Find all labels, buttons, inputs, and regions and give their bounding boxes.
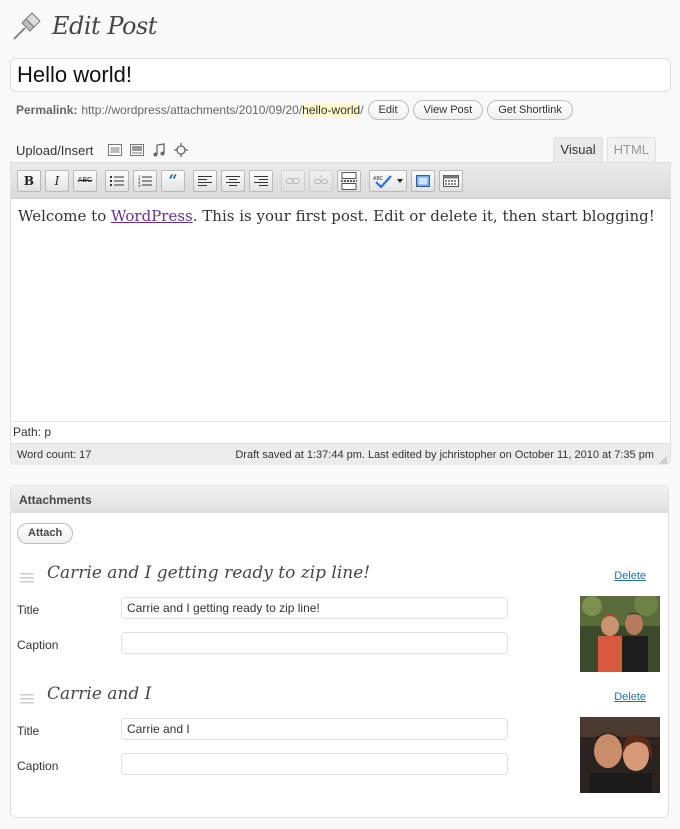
ordered-list-button[interactable]: 123 [133, 169, 157, 192]
attachment-title-input[interactable] [121, 597, 508, 619]
attachments-box: Attachments Attach Carrie and I getting … [10, 485, 669, 818]
permalink-row: Permalink: http://wordpress/attachments/… [16, 99, 573, 121]
editor-toolbar: B I ABC 123 “ ABC [11, 163, 670, 199]
view-post-button[interactable]: View Post [412, 100, 484, 120]
editor-tabs: Visual HTML [549, 137, 656, 163]
video-icon[interactable] [129, 142, 145, 158]
image-icon[interactable] [107, 142, 123, 158]
kitchen-sink-button[interactable] [439, 169, 463, 192]
get-shortlink-button[interactable]: Get Shortlink [487, 100, 573, 120]
content-text-rest: . This is your first post. Edit or delet… [192, 207, 655, 225]
permalink-url: http://wordpress/attachments/2010/09/20/… [81, 103, 364, 117]
attachment-item: Carrie and I Delete Title Caption [11, 681, 668, 797]
page-title: Edit Post [52, 12, 157, 40]
attach-button[interactable]: Attach [17, 523, 74, 544]
drag-handle-icon[interactable] [20, 691, 34, 704]
post-content-area[interactable]: Welcome to WordPress. This is your first… [11, 199, 670, 421]
tab-html[interactable]: HTML [606, 137, 656, 163]
svg-text:ABC: ABC [373, 176, 384, 182]
caption-label: Caption [17, 759, 59, 773]
attachment-thumbnail[interactable] [580, 717, 660, 793]
title-label: Title [17, 603, 40, 617]
attachment-heading: Carrie and I getting ready to zip line! [47, 563, 371, 583]
audio-icon[interactable] [151, 142, 167, 158]
content-text: Welcome to [18, 207, 111, 225]
attachment-item: Carrie and I getting ready to zip line! … [11, 560, 668, 676]
resize-handle-icon[interactable] [658, 452, 668, 465]
attachment-thumbnail[interactable] [580, 596, 660, 672]
fullscreen-button[interactable] [411, 169, 435, 192]
insert-link-button[interactable] [281, 169, 305, 192]
permalink-label: Permalink: [16, 103, 78, 117]
word-count: Word count: 17 [17, 448, 92, 461]
post-title-input[interactable] [10, 58, 671, 92]
upload-insert-label: Upload/Insert [16, 142, 94, 158]
editor-status-bar: Word count: 17 Draft saved at 1:37:44 pm… [11, 443, 670, 465]
drag-handle-icon[interactable] [20, 570, 34, 583]
page-header: Edit Post [10, 8, 157, 44]
strikethrough-button[interactable]: ABC [73, 169, 97, 192]
attachment-heading: Carrie and I [47, 684, 152, 704]
italic-button[interactable]: I [45, 169, 69, 192]
editor-path: Path: p [11, 421, 670, 443]
attachment-title-input[interactable] [121, 718, 508, 740]
attachment-caption-input[interactable] [121, 753, 508, 775]
blockquote-button[interactable]: “ [161, 169, 185, 192]
bold-button[interactable]: B [17, 169, 41, 192]
unlink-button[interactable] [309, 169, 333, 192]
attachments-header: Attachments [11, 486, 668, 513]
attachment-caption-input[interactable] [121, 632, 508, 654]
tab-visual[interactable]: Visual [553, 137, 603, 163]
permalink-prefix: http://wordpress/attachments/2010/09/20/ [81, 103, 303, 117]
unordered-list-button[interactable] [105, 169, 129, 192]
caption-label: Caption [17, 638, 59, 652]
permalink-slug[interactable]: hello-world [302, 103, 361, 117]
title-label: Title [17, 724, 40, 738]
insert-more-button[interactable] [337, 169, 361, 192]
align-right-button[interactable] [249, 169, 273, 192]
permalink-suffix: / [360, 103, 364, 117]
spellcheck-button[interactable]: ABC [369, 169, 407, 192]
media-buttons: Upload/Insert [16, 140, 189, 160]
wordpress-link[interactable]: WordPress [111, 207, 193, 225]
pushpin-icon [10, 9, 44, 43]
edit-permalink-button[interactable]: Edit [367, 100, 409, 120]
svg-text:3: 3 [138, 183, 141, 187]
align-left-button[interactable] [193, 169, 217, 192]
align-center-button[interactable] [221, 169, 245, 192]
delete-attachment-link[interactable]: Delete [614, 570, 646, 582]
media-icon[interactable] [173, 142, 189, 158]
post-editor: B I ABC 123 “ ABC Welcome to WordPress. … [10, 162, 671, 465]
draft-status: Draft saved at 1:37:44 pm. Last edited b… [235, 448, 654, 461]
delete-attachment-link[interactable]: Delete [614, 691, 646, 703]
